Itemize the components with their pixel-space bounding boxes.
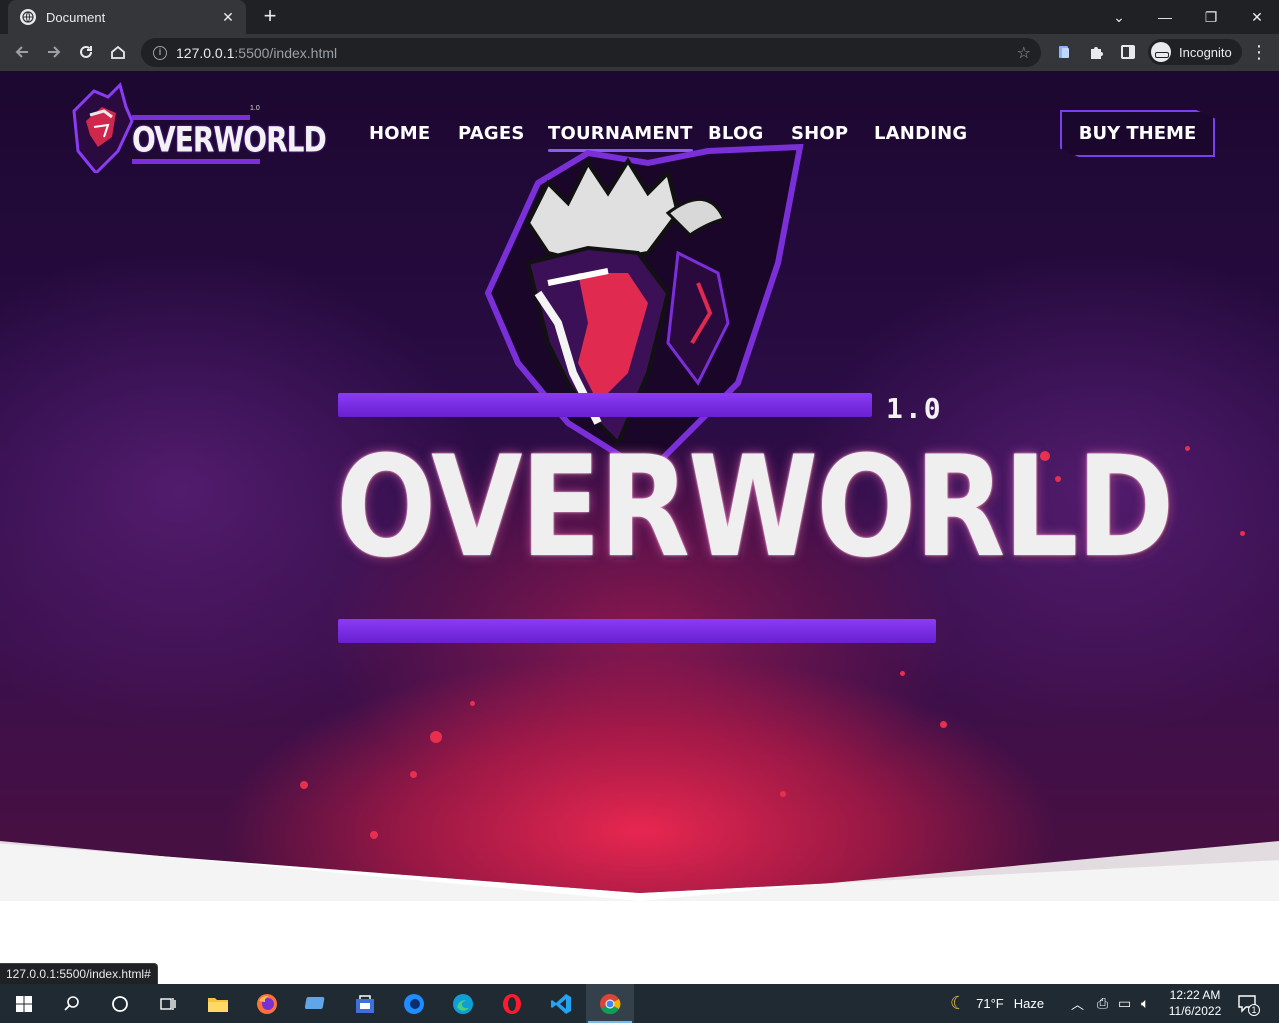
- site-info-icon[interactable]: i: [153, 45, 167, 60]
- incognito-label: Incognito: [1179, 44, 1232, 60]
- web-page: OVERWORLD 1.0 HOME PAGES TOURNAMENT BLOG…: [0, 71, 1279, 984]
- remote-desktop-icon[interactable]: [292, 984, 340, 1023]
- brand-bar-bottom: [132, 159, 260, 164]
- network-icon[interactable]: ▭: [1118, 984, 1131, 1023]
- minimize-button[interactable]: —: [1142, 0, 1188, 34]
- hero-bar-bottom: [338, 619, 936, 643]
- vscode-icon[interactable]: [537, 984, 585, 1023]
- incognito-badge[interactable]: Incognito: [1148, 39, 1242, 65]
- url-path: :5500/index.html: [234, 44, 338, 61]
- menu-kebab-icon[interactable]: ⋮: [1247, 40, 1271, 64]
- nav-shop[interactable]: SHOP: [791, 123, 848, 144]
- hero-section: OVERWORLD 1.0 HOME PAGES TOURNAMENT BLOG…: [0, 71, 1279, 893]
- nav-blog[interactable]: BLOG: [708, 123, 763, 144]
- browser-toolbar: i 127.0.0.1:5500/index.html ☆ Incognito …: [0, 34, 1279, 71]
- notification-count: 1: [1248, 1004, 1260, 1016]
- address-bar[interactable]: i 127.0.0.1:5500/index.html ☆: [141, 38, 1041, 67]
- cortana-icon[interactable]: [96, 984, 144, 1023]
- show-hidden-icons[interactable]: ︿: [1071, 984, 1084, 1023]
- globe-icon: [20, 9, 36, 25]
- link-status-bar: 127.0.0.1:5500/index.html#: [0, 963, 158, 984]
- start-icon[interactable]: [0, 984, 48, 1023]
- clock-date: 11/6/2022: [1168, 1004, 1222, 1018]
- nav-home[interactable]: HOME: [369, 123, 430, 144]
- file-explorer-icon[interactable]: [194, 984, 242, 1023]
- home-icon[interactable]: [106, 40, 130, 64]
- hero-title: OVERWORLD: [336, 425, 1174, 589]
- weather-temp: 71°F: [976, 996, 1004, 1011]
- side-panel-icon[interactable]: [1116, 40, 1140, 64]
- buy-theme-button[interactable]: BUY THEME: [1060, 110, 1215, 157]
- volume-icon[interactable]: 🔈︎: [1141, 984, 1149, 1023]
- nav-landing[interactable]: LANDING: [874, 123, 967, 144]
- bookmark-star-icon[interactable]: ☆: [1017, 43, 1031, 63]
- new-tab-button[interactable]: +: [258, 5, 282, 29]
- moon-cloud-icon: ☾: [950, 993, 967, 1013]
- tab-strip: Document ✕ + ⌄ — ❐ ✕: [0, 0, 1279, 34]
- tab-title: Document: [46, 9, 106, 25]
- brand-name: OVERWORLD: [132, 119, 327, 161]
- url-host: 127.0.0.1: [176, 44, 235, 61]
- nav-tournament[interactable]: TOURNAMENT: [548, 123, 693, 152]
- browser-tab[interactable]: Document ✕: [8, 0, 246, 34]
- tray-device-icon[interactable]: ⎙: [1097, 984, 1108, 1023]
- store-icon[interactable]: [341, 984, 389, 1023]
- clock-time: 12:22 AM: [1169, 988, 1221, 1002]
- close-tab-icon[interactable]: ✕: [220, 9, 236, 25]
- nav-pages[interactable]: PAGES: [458, 123, 525, 144]
- back-icon[interactable]: [10, 40, 34, 64]
- firefox-icon[interactable]: [243, 984, 291, 1023]
- tab-search-icon[interactable]: ⌄: [1096, 0, 1142, 34]
- notification-center-icon[interactable]: 1: [1238, 984, 1260, 1023]
- edge-icon[interactable]: [439, 984, 487, 1023]
- dragon-mascot-image: [484, 143, 804, 473]
- forward-icon[interactable]: [42, 40, 66, 64]
- reload-icon[interactable]: [74, 40, 98, 64]
- chrome-icon[interactable]: [586, 984, 634, 1023]
- incognito-icon: [1151, 42, 1171, 62]
- restore-button[interactable]: ❐: [1188, 0, 1234, 34]
- close-window-button[interactable]: ✕: [1234, 0, 1279, 34]
- hero-bar-top: [338, 393, 872, 417]
- hero-version: 1.0: [886, 392, 943, 425]
- system-clock[interactable]: 12:22 AM 11/6/2022: [1160, 987, 1230, 1019]
- windows-taskbar: ☾ 71°F Haze ︿ ⎙ ▭ 🔈︎ 12:22 AM 11/6/2022 …: [0, 984, 1279, 1023]
- site-logo[interactable]: OVERWORLD 1.0: [68, 81, 327, 176]
- extension-doc-icon[interactable]: [1052, 40, 1076, 64]
- brand-version: 1.0: [250, 105, 260, 112]
- chevron-up-icon: ︿: [1071, 997, 1085, 1012]
- dragon-emblem-icon: [72, 82, 134, 173]
- opera-icon[interactable]: [488, 984, 536, 1023]
- search-icon[interactable]: [48, 984, 96, 1023]
- weather-text: Haze: [1013, 996, 1045, 1011]
- firefox-dev-icon[interactable]: [390, 984, 438, 1023]
- brand-bar-top: [132, 115, 250, 120]
- weather-widget[interactable]: ☾ 71°F Haze: [950, 984, 1044, 1023]
- task-view-icon[interactable]: [144, 984, 192, 1023]
- extensions-puzzle-icon[interactable]: [1084, 40, 1108, 64]
